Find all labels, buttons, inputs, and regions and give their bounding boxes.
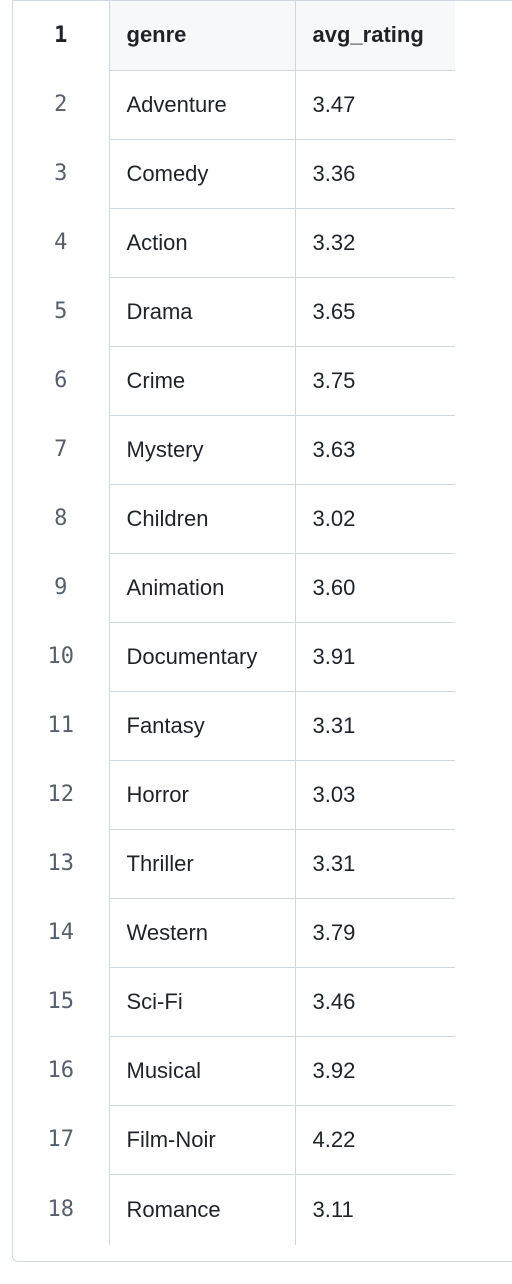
table-row: 14 Western 3.79 <box>13 898 455 968</box>
cell-avg-rating: 3.11 <box>312 1196 354 1222</box>
line-number[interactable]: 2 <box>13 70 110 139</box>
table-header-row: 1 genre avg_rating <box>13 1 455 71</box>
cell-avg-rating: 3.79 <box>295 898 455 968</box>
table-row: 11 Fantasy 3.31 <box>13 691 455 761</box>
cell-genre: Children <box>109 484 296 554</box>
cell-avg-rating: 3.60 <box>295 553 455 623</box>
table-row: 8 Children 3.02 <box>13 484 455 554</box>
cell-genre: Comedy <box>109 139 296 209</box>
table-row: 10 Documentary 3.91 <box>13 622 455 692</box>
column-header-avg-rating: avg_rating <box>295 1 455 71</box>
table-row: 15 Sci-Fi 3.46 <box>13 967 455 1037</box>
cell-genre: Romance <box>109 1174 296 1245</box>
csv-table-view: 1 genre avg_rating 2 Adventure 3.47 3 Comedy… <box>12 0 512 1262</box>
cell-avg-rating: 3.63 <box>295 415 455 485</box>
cell-genre: Musical <box>109 1036 296 1106</box>
cell-avg-rating: 3.31 <box>295 691 455 761</box>
cell-genre: Adventure <box>109 70 296 140</box>
table-row: 16 Musical 3.92 <box>13 1036 455 1106</box>
table-row: 13 Thriller 3.31 <box>13 829 455 899</box>
table-body: 2 Adventure 3.47 3 Comedy 3.36 4 Action 3.32 5 Dra… <box>13 70 455 1245</box>
line-number[interactable]: 11 <box>13 691 110 760</box>
line-number[interactable]: 9 <box>13 553 110 622</box>
table-row: 7 Mystery 3.63 <box>13 415 455 485</box>
cell-genre: Documentary <box>109 622 296 692</box>
cell-avg-rating: 3.02 <box>295 484 455 554</box>
cell-avg-rating: 4.22 <box>295 1105 455 1175</box>
cell-genre: Action <box>109 208 296 278</box>
cell-avg-rating: 3.32 <box>295 208 455 278</box>
cell-avg-rating: 3.47 <box>295 70 455 140</box>
table-row: 12 Horror 3.03 <box>13 760 455 830</box>
table-row: 9 Animation 3.60 <box>13 553 455 623</box>
table-row: 4 Action 3.32 <box>13 208 455 278</box>
cell-avg-rating: 3.46 <box>295 967 455 1037</box>
table-row: 6 Crime 3.75 <box>13 346 455 416</box>
line-number[interactable]: 1 <box>13 1 110 70</box>
cell-genre: Sci-Fi <box>109 967 296 1037</box>
line-number[interactable]: 3 <box>13 139 110 208</box>
cell-genre: Thriller <box>109 829 296 899</box>
cell-avg-rating: 3.03 <box>295 760 455 830</box>
cell-avg-rating: 3.75 <box>295 346 455 416</box>
line-number[interactable]: 14 <box>13 898 110 967</box>
line-number[interactable]: 15 <box>13 967 110 1036</box>
cell-avg-rating: 3.65 <box>295 277 455 347</box>
line-number[interactable]: 18 <box>13 1174 110 1245</box>
cell-genre: Drama <box>109 277 296 347</box>
cell-avg-rating: 3.31 <box>295 829 455 899</box>
table-row: 3 Comedy 3.36 <box>13 139 455 209</box>
cell-genre: Film-Noir <box>109 1105 296 1175</box>
line-number[interactable]: 16 <box>13 1036 110 1105</box>
data-table: 1 genre avg_rating 2 Adventure 3.47 3 Comedy… <box>13 1 455 1245</box>
line-number[interactable]: 8 <box>13 484 110 553</box>
table-row: 18 Romance 3.11 <box>13 1174 455 1245</box>
cell-avg-rating: 3.91 <box>295 622 455 692</box>
line-number[interactable]: 5 <box>13 277 110 346</box>
cell-avg-rating: 3.36 <box>295 139 455 209</box>
cell-genre: Horror <box>109 760 296 830</box>
line-number[interactable]: 13 <box>13 829 110 898</box>
cell-avg-rating: 3.92 <box>295 1036 455 1106</box>
line-number[interactable]: 4 <box>13 208 110 277</box>
table-row: 17 Film-Noir 4.22 <box>13 1105 455 1175</box>
cell-genre: Fantasy <box>109 691 296 761</box>
table-row: 2 Adventure 3.47 <box>13 70 455 140</box>
line-number[interactable]: 7 <box>13 415 110 484</box>
cell-genre: Animation <box>109 553 296 623</box>
line-number[interactable]: 17 <box>13 1105 110 1174</box>
table-row: 5 Drama 3.65 <box>13 277 455 347</box>
line-number[interactable]: 10 <box>13 622 110 691</box>
column-header-genre: genre <box>109 1 296 71</box>
line-number[interactable]: 12 <box>13 760 110 829</box>
cell-genre: Crime <box>109 346 296 416</box>
cell-genre: Western <box>109 898 296 968</box>
line-number[interactable]: 6 <box>13 346 110 415</box>
cell-genre: Mystery <box>109 415 296 485</box>
